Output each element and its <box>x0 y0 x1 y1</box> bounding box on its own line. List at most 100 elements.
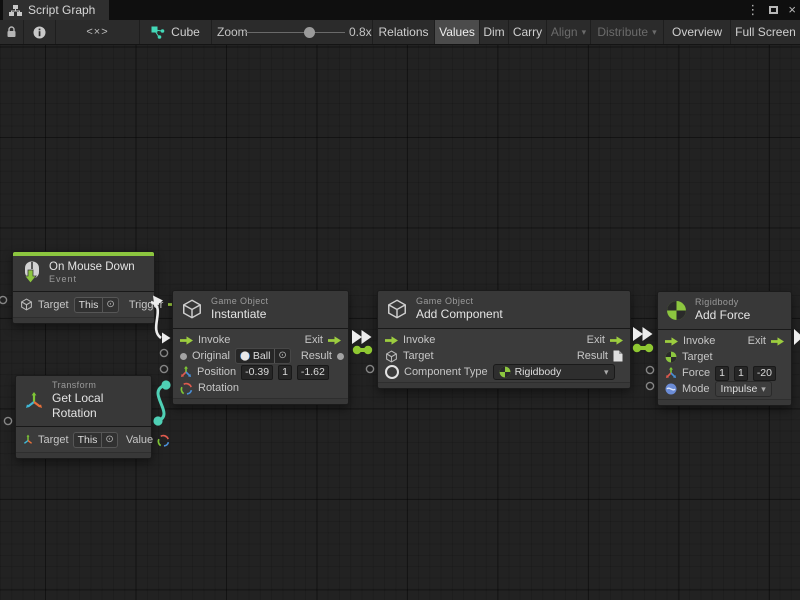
code-icon: <×> <box>86 26 108 38</box>
mode-dropdown[interactable]: Impulse ▾ <box>715 381 772 397</box>
document-icon[interactable] <box>613 350 623 362</box>
force-x-field[interactable]: 1 <box>715 366 729 381</box>
close-icon[interactable]: × <box>788 0 796 20</box>
position-y-field[interactable]: 1 <box>278 365 292 380</box>
values-label: Values <box>439 25 475 39</box>
value-dot-icon <box>180 353 187 360</box>
rotation-icon <box>180 382 193 395</box>
rotation-label: Rotation <box>198 382 239 394</box>
view-button-values[interactable]: Values <box>435 20 480 44</box>
component-type-dropdown[interactable]: Rigidbody ▾ <box>493 364 615 380</box>
node-title: Add Force <box>695 308 750 323</box>
exit-port-icon[interactable] <box>771 337 784 346</box>
vector3-icon <box>665 367 677 379</box>
original-value[interactable]: Ball <box>253 349 271 363</box>
target-value-chip[interactable]: This ⊙ <box>73 432 118 448</box>
rotation-row: Rotation <box>173 380 348 396</box>
object-picker-icon[interactable]: ⊙ <box>274 349 289 363</box>
exit-label: Exit <box>748 335 766 347</box>
position-z-field[interactable]: -1.62 <box>297 365 329 380</box>
node-on-mouse-down[interactable]: On Mouse Down Event Target This ⊙ Trigge… <box>12 251 155 324</box>
exit-port-icon[interactable] <box>328 336 341 345</box>
position-row: Position -0.39 1 -1.62 <box>173 364 348 380</box>
position-x-field[interactable]: -0.39 <box>241 365 273 380</box>
toolbar: <×> Cube Zoom 0.8x Relations Values Dim … <box>0 20 800 45</box>
chevron-down-icon: ▾ <box>761 384 766 395</box>
transform-icon <box>24 391 44 411</box>
node-footer <box>658 399 791 405</box>
zoom-slider-knob[interactable] <box>304 27 315 38</box>
target-value[interactable]: This <box>74 433 102 447</box>
menu-icon[interactable]: ⋮ <box>746 0 759 20</box>
carry-label: Carry <box>513 25 542 39</box>
overview-label: Overview <box>672 25 722 39</box>
object-picker-icon[interactable]: ⊙ <box>102 298 117 312</box>
node-category: Event <box>49 274 135 285</box>
component-type-label: Component Type <box>404 366 488 378</box>
lock-button[interactable] <box>0 20 24 44</box>
view-button-carry[interactable]: Carry <box>509 20 547 44</box>
node-footer <box>13 317 154 323</box>
result-dot-icon[interactable] <box>337 353 344 360</box>
zoom-slider-track[interactable] <box>245 32 345 33</box>
fullscreen-button[interactable]: Full Screen <box>731 20 800 44</box>
lock-icon <box>6 26 17 38</box>
fullscreen-label: Full Screen <box>735 25 796 39</box>
maximize-icon[interactable] <box>769 6 778 14</box>
tab-script-graph[interactable]: Script Graph <box>3 0 109 20</box>
node-footer <box>173 398 348 404</box>
graph-icon <box>9 4 22 17</box>
force-z-field[interactable]: -20 <box>753 366 776 381</box>
force-row: Force 1 1 -20 <box>658 365 791 381</box>
node-title: Add Component <box>416 307 503 322</box>
game-object-icon <box>386 298 408 320</box>
node-category: Game Object <box>211 296 268 307</box>
component-type-value: Rigidbody <box>515 366 562 378</box>
graph-node-icon <box>151 26 165 39</box>
chevron-down-icon: ▾ <box>582 27 587 38</box>
node-category: Transform <box>52 380 143 391</box>
vector3-icon <box>180 366 192 378</box>
node-instantiate[interactable]: Game Object Instantiate Invoke Exit Orig… <box>172 290 349 405</box>
info-icon <box>33 26 46 39</box>
overview-button[interactable]: Overview <box>664 20 731 44</box>
rigidbody-icon <box>665 351 677 363</box>
view-button-dim[interactable]: Dim <box>480 20 509 44</box>
invoke-port-icon[interactable] <box>665 337 678 346</box>
exit-label: Exit <box>305 334 323 346</box>
node-header: Rigidbody Add Force <box>658 292 791 330</box>
target-row: Target This ⊙ Trigger <box>13 295 154 315</box>
invoke-row: Invoke Exit <box>378 332 630 348</box>
align-label: Align <box>551 25 578 39</box>
target-value-chip[interactable]: This ⊙ <box>74 297 119 313</box>
original-object-chip[interactable]: Ball ⊙ <box>235 348 291 364</box>
target-value[interactable]: This <box>75 298 103 312</box>
distribute-button: Distribute ▾ <box>591 20 664 44</box>
mode-value: Impulse <box>721 383 758 395</box>
node-add-component[interactable]: Game Object Add Component Invoke Exit Ta… <box>377 290 631 389</box>
rotation-icon <box>157 434 170 447</box>
rigidbody-icon <box>666 300 687 321</box>
target-row: Target This ⊙ Value <box>16 430 151 450</box>
info-button[interactable] <box>24 20 56 44</box>
mode-label: Mode <box>682 383 710 395</box>
script-graph-window: Script Graph ⋮ × <×> <box>0 0 800 600</box>
graph-select-button[interactable]: Cube <box>140 20 212 44</box>
force-y-field[interactable]: 1 <box>734 366 748 381</box>
original-label: Original <box>192 350 230 362</box>
dim-label: Dim <box>483 25 504 39</box>
exit-label: Exit <box>587 334 605 346</box>
result-label: Result <box>301 350 332 362</box>
value-label: Value <box>126 434 153 446</box>
target-label: Target <box>682 351 713 363</box>
invoke-port-icon[interactable] <box>180 336 193 345</box>
code-toggle-button[interactable]: <×> <box>56 20 140 44</box>
node-get-local-rotation[interactable]: Transform Get Local Rotation Target This… <box>15 375 152 459</box>
node-add-force[interactable]: Rigidbody Add Force Invoke Exit Target <box>657 291 792 406</box>
object-picker-icon[interactable]: ⊙ <box>101 433 116 447</box>
exit-port-icon[interactable] <box>610 336 623 345</box>
node-title: Instantiate <box>211 307 268 322</box>
node-header: Game Object Instantiate <box>173 291 348 329</box>
view-button-relations[interactable]: Relations <box>372 20 435 44</box>
invoke-port-icon[interactable] <box>385 336 398 345</box>
